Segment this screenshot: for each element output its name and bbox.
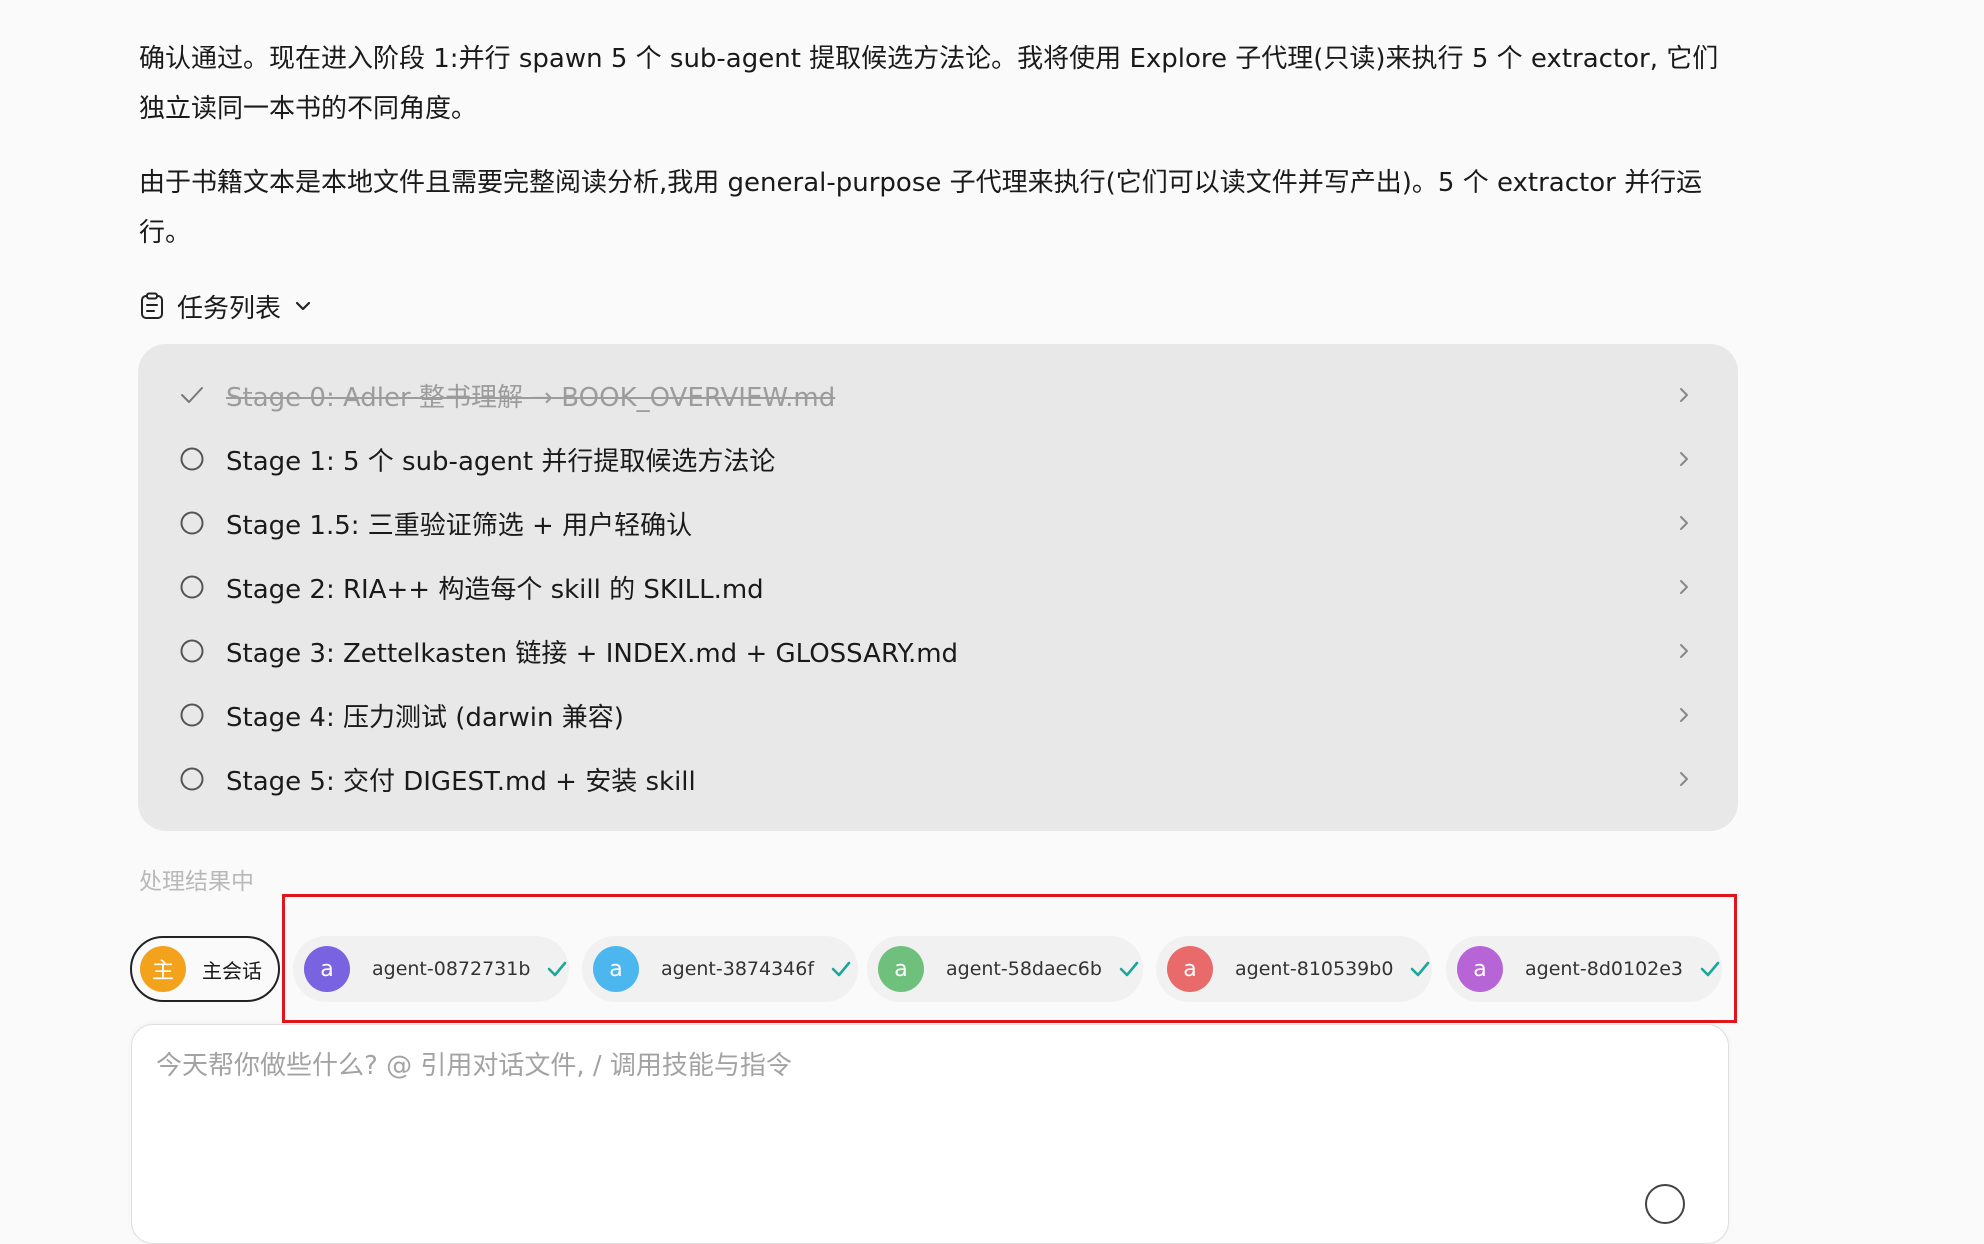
chevron-right-icon: [1674, 513, 1694, 533]
session-tab-label: agent-0872731b: [372, 958, 531, 980]
circle-icon: [180, 511, 204, 535]
checkmark-icon: [180, 383, 204, 407]
chevron-right-icon: [1674, 641, 1694, 661]
circle-icon: [180, 447, 204, 471]
send-button[interactable]: [1645, 1184, 1685, 1224]
circle-icon: [180, 767, 204, 791]
chevron-right-icon: [1674, 769, 1694, 789]
todo-item[interactable]: Stage 2: RIA++ 构造每个 skill 的 SKILL.md: [138, 555, 1738, 619]
todo-item-label: Stage 1: 5 个 sub-agent 并行提取候选方法论: [226, 446, 776, 477]
todo-item-label: Stage 3: Zettelkasten 链接 + INDEX.md + GL…: [226, 638, 959, 669]
chevron-right-icon: [1674, 385, 1694, 405]
todo-item[interactable]: Stage 1.5: 三重验证筛选 + 用户轻确认: [138, 491, 1738, 555]
session-tab-agent[interactable]: a agent-58daec6b: [867, 936, 1143, 1002]
processing-status: 处理结果中: [139, 869, 254, 895]
avatar: a: [304, 946, 350, 992]
session-tab-label: agent-58daec6b: [946, 958, 1102, 980]
chat-input-container: [131, 1024, 1729, 1244]
avatar: 主: [140, 946, 186, 992]
todo-item-label: Stage 0: Adler 整书理解 → BOOK_OVERVIEW.md: [226, 382, 836, 413]
avatar: a: [1457, 946, 1503, 992]
todo-list-toggle[interactable]: 任务列表: [139, 286, 313, 326]
session-tab-label: 主会话: [202, 958, 262, 983]
circle-icon: [180, 703, 204, 727]
todo-item[interactable]: Stage 5: 交付 DIGEST.md + 安装 skill: [138, 747, 1738, 811]
todo-item[interactable]: Stage 3: Zettelkasten 链接 + INDEX.md + GL…: [138, 619, 1738, 683]
todo-item-label: Stage 4: 压力测试 (darwin 兼容): [226, 702, 624, 733]
circle-icon: [180, 639, 204, 663]
assistant-message-paragraph: 确认通过。现在进入阶段 1:并行 spawn 5 个 sub-agent 提取候…: [139, 44, 1719, 124]
circle-icon: [180, 575, 204, 599]
session-tab-agent[interactable]: a agent-8d0102e3: [1446, 936, 1722, 1002]
session-tab-label: agent-8d0102e3: [1525, 958, 1684, 980]
avatar: a: [1167, 946, 1213, 992]
check-icon: [1699, 958, 1721, 980]
chevron-right-icon: [1674, 705, 1694, 725]
chevron-down-icon: [293, 296, 313, 316]
avatar: a: [593, 946, 639, 992]
check-icon: [546, 958, 568, 980]
session-tab-agent[interactable]: a agent-3874346f: [582, 936, 858, 1002]
todo-item-label: Stage 1.5: 三重验证筛选 + 用户轻确认: [226, 510, 693, 541]
check-icon: [1409, 958, 1431, 980]
session-tab-main[interactable]: 主 主会话: [130, 936, 280, 1002]
chevron-right-icon: [1674, 449, 1694, 469]
todo-item[interactable]: Stage 1: 5 个 sub-agent 并行提取候选方法论: [138, 427, 1738, 491]
todo-item-label: Stage 2: RIA++ 构造每个 skill 的 SKILL.md: [226, 574, 764, 605]
session-tab-label: agent-3874346f: [661, 958, 815, 980]
check-icon: [1118, 958, 1140, 980]
todo-item[interactable]: Stage 0: Adler 整书理解 → BOOK_OVERVIEW.md: [138, 363, 1738, 427]
chat-input[interactable]: [156, 1045, 1656, 1145]
avatar: a: [878, 946, 924, 992]
check-icon: [830, 958, 852, 980]
session-tab-agent[interactable]: a agent-810539b0: [1156, 936, 1432, 1002]
assistant-message-paragraph: 由于书籍文本是本地文件且需要完整阅读分析,我用 general-purpose …: [139, 168, 1703, 248]
chevron-right-icon: [1674, 577, 1694, 597]
session-tab-agent[interactable]: a agent-0872731b: [293, 936, 569, 1002]
todo-list-title: 任务列表: [177, 293, 282, 324]
clipboard-icon: [139, 292, 165, 320]
todo-item[interactable]: Stage 4: 压力测试 (darwin 兼容): [138, 683, 1738, 747]
todo-item-label: Stage 5: 交付 DIGEST.md + 安装 skill: [226, 766, 696, 797]
session-tab-label: agent-810539b0: [1235, 958, 1394, 980]
todo-list-panel: Stage 0: Adler 整书理解 → BOOK_OVERVIEW.md S…: [138, 344, 1738, 831]
